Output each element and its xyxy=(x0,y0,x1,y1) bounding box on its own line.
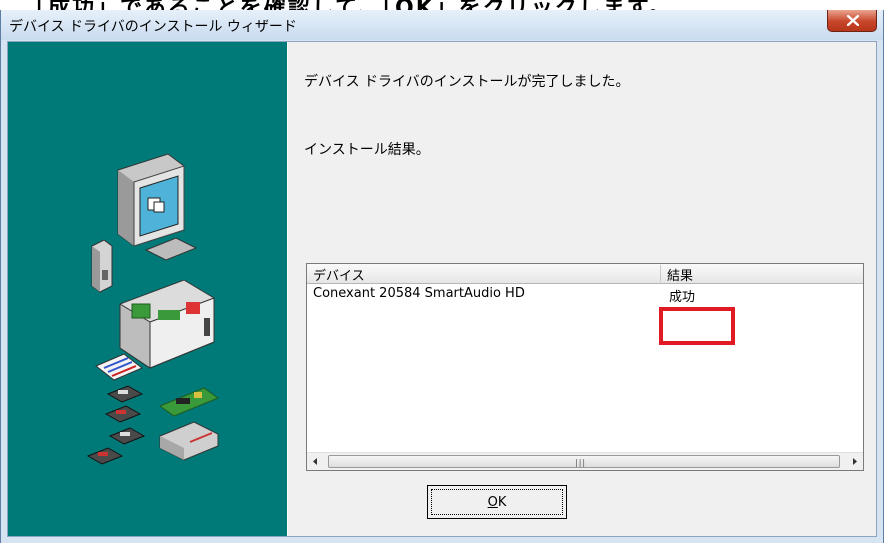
success-highlight-box xyxy=(659,307,735,345)
arrow-left-icon xyxy=(313,458,317,465)
disk-icon xyxy=(86,385,146,465)
wizard-side-panel xyxy=(8,42,288,536)
completion-message: デバイス ドライバのインストールが完了しました。 xyxy=(304,74,630,90)
scroll-left-button[interactable] xyxy=(307,453,324,470)
monitor-icon xyxy=(117,153,198,261)
ok-button[interactable]: OK xyxy=(427,485,567,519)
modem-icon xyxy=(159,421,219,461)
scroll-thumb[interactable]: ||| xyxy=(328,455,840,468)
scroll-right-button[interactable] xyxy=(846,453,863,470)
title-bar[interactable]: デバイス ドライバのインストール ウィザード xyxy=(1,10,883,40)
column-header-device[interactable]: デバイス xyxy=(307,265,661,284)
window-title: デバイス ドライバのインストール ウィザード xyxy=(9,19,297,35)
result-label: インストール結果。 xyxy=(304,142,430,158)
result-list[interactable]: デバイス 結果 Conexant 20584 SmartAudio HD 成功 … xyxy=(306,263,864,471)
arrow-right-icon xyxy=(853,458,857,465)
wizard-client-area: デバイス ドライバのインストールが完了しました。 インストール結果。 デバイス … xyxy=(7,41,877,537)
column-header-result[interactable]: 結果 xyxy=(661,265,863,284)
computer-case-icon xyxy=(119,279,215,369)
ok-label: OK xyxy=(487,494,507,510)
close-icon xyxy=(847,15,859,26)
speaker-icon xyxy=(91,239,113,293)
list-item[interactable]: Conexant 20584 SmartAudio HD 成功 xyxy=(307,285,863,305)
close-button[interactable] xyxy=(827,10,877,32)
list-header: デバイス 結果 xyxy=(307,264,863,284)
ok-focus-rect: OK xyxy=(431,489,563,515)
horizontal-scrollbar[interactable]: ||| xyxy=(307,452,863,470)
device-name: Conexant 20584 SmartAudio HD xyxy=(313,286,525,301)
hardware-illustration xyxy=(86,153,220,465)
expansion-card-icon xyxy=(158,387,220,417)
grip-icon: ||| xyxy=(575,458,587,467)
result-value: 成功 xyxy=(669,290,696,305)
wizard-window: デバイス ドライバのインストール ウィザード デバイス ドライバのインストールが… xyxy=(0,10,884,543)
